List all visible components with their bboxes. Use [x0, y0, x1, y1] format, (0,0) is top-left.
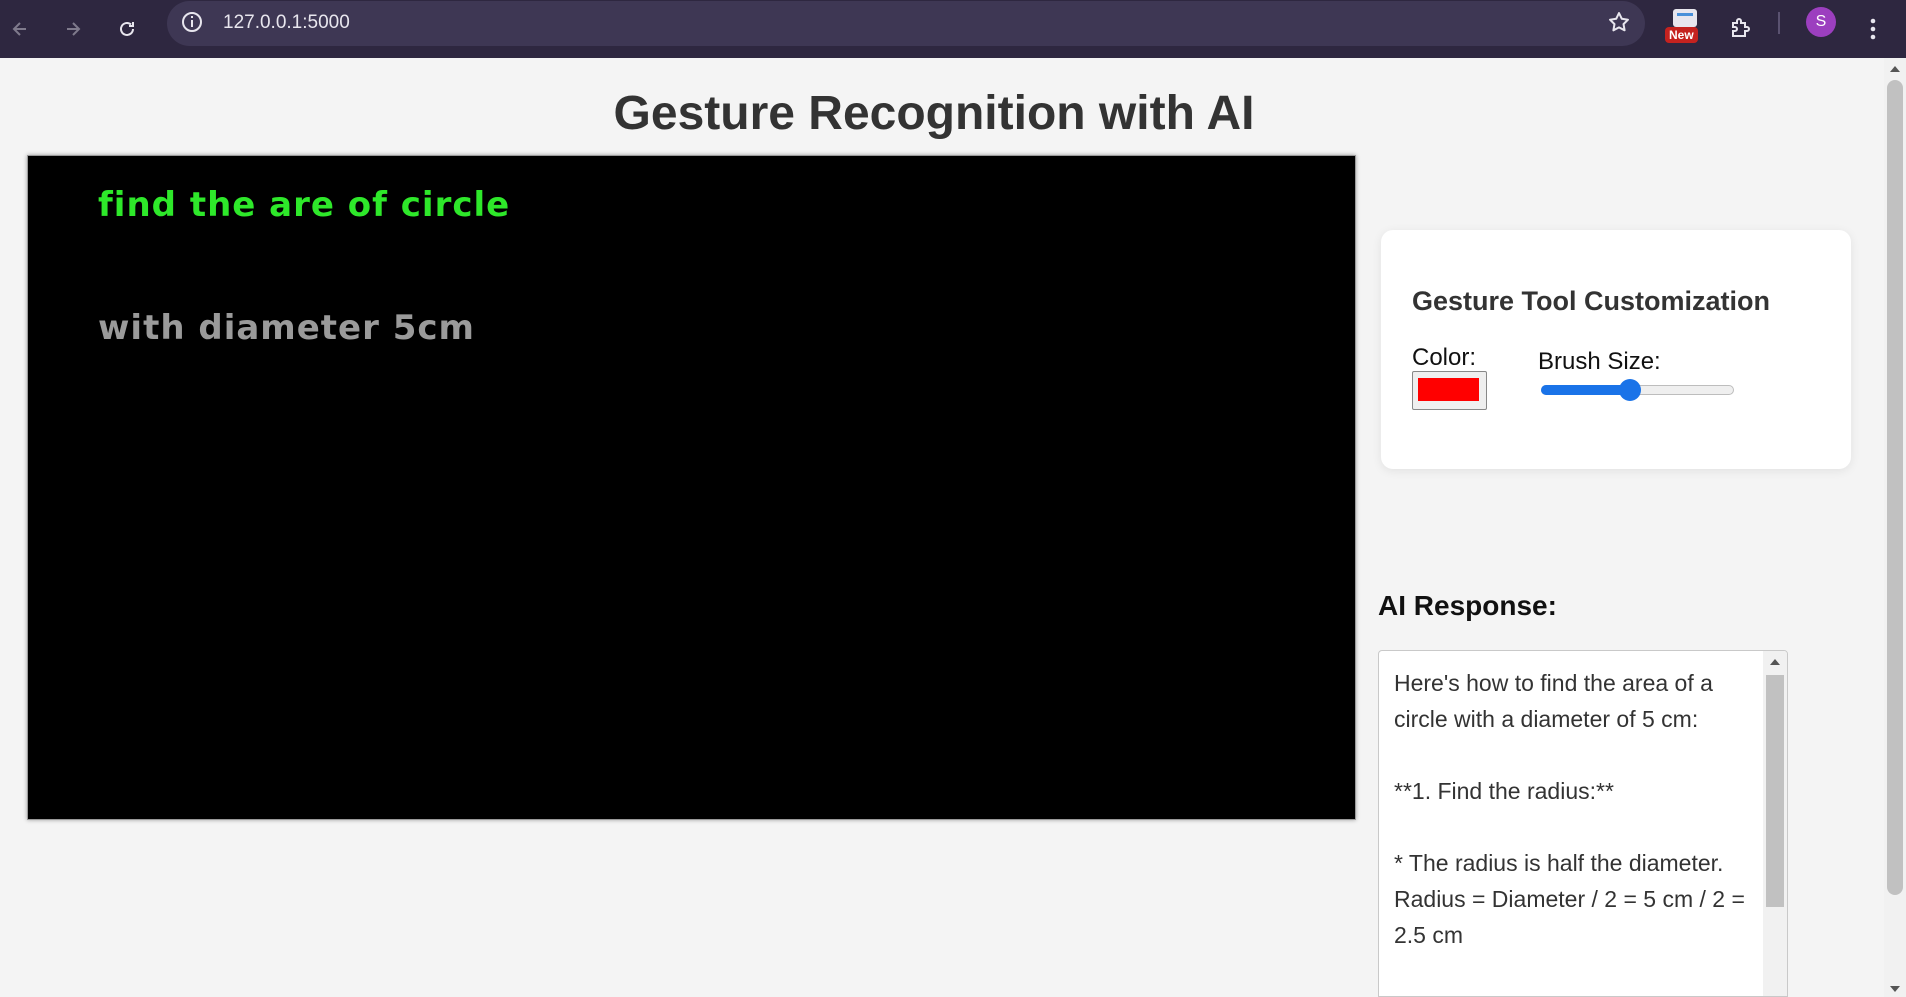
scroll-up-arrow-icon[interactable] [1890, 66, 1900, 72]
page-title: Gesture Recognition with AI [613, 87, 1255, 140]
new-badge: New [1665, 27, 1698, 43]
back-icon [12, 22, 26, 36]
browser-toolbar: 127.0.0.1:5000 New S [0, 0, 1906, 58]
canvas-text-line: with diameter 5cm [98, 308, 475, 348]
slider-thumb[interactable] [1618, 379, 1641, 401]
color-label: Color: [1412, 344, 1477, 371]
forward-button[interactable] [53, 9, 93, 49]
ai-response-box[interactable]: Here's how to find the area of a circle … [1378, 650, 1788, 997]
brush-size-label: Brush Size: [1538, 348, 1661, 375]
site-info-icon[interactable] [181, 11, 203, 38]
customization-heading: Gesture Tool Customization [1412, 286, 1771, 316]
browser-menu-button[interactable] [1853, 9, 1893, 49]
back-button[interactable] [0, 9, 40, 49]
brush-size-slider[interactable] [1541, 379, 1734, 401]
slider-fill [1541, 385, 1630, 395]
ai-response-text: Here's how to find the area of a circle … [1394, 670, 1745, 948]
extensions-button[interactable] [1720, 9, 1760, 49]
bookmark-star-icon[interactable] [1607, 10, 1631, 39]
scroll-down-arrow-icon[interactable] [1890, 986, 1900, 992]
profile-avatar[interactable]: S [1806, 7, 1836, 37]
extension-new-button[interactable]: New [1663, 7, 1707, 43]
scroll-up-arrow-icon[interactable] [1770, 659, 1780, 665]
ai-response-heading: AI Response: [1378, 590, 1557, 621]
page-scrollbar[interactable] [1884, 58, 1906, 997]
forward-icon [67, 22, 81, 36]
menu-kebab-icon [1870, 18, 1876, 40]
canvas-text-line: find the are of circle [98, 185, 511, 225]
reload-button[interactable] [107, 9, 147, 49]
customization-panel: Gesture Tool Customization Color: Brush … [1381, 230, 1851, 469]
color-picker[interactable] [1412, 371, 1487, 410]
scroll-thumb[interactable] [1887, 80, 1903, 895]
color-swatch-fill [1418, 378, 1479, 401]
reload-icon [120, 21, 134, 36]
address-bar[interactable]: 127.0.0.1:5000 [167, 1, 1645, 46]
toolbar-separator [1778, 12, 1780, 34]
video-canvas[interactable]: find the are of circle with diameter 5cm [27, 155, 1356, 820]
scroll-thumb[interactable] [1766, 675, 1784, 907]
ai-response-scrollbar[interactable] [1763, 651, 1787, 996]
extensions-puzzle-icon [1732, 18, 1750, 37]
url-text: 127.0.0.1:5000 [223, 12, 350, 33]
